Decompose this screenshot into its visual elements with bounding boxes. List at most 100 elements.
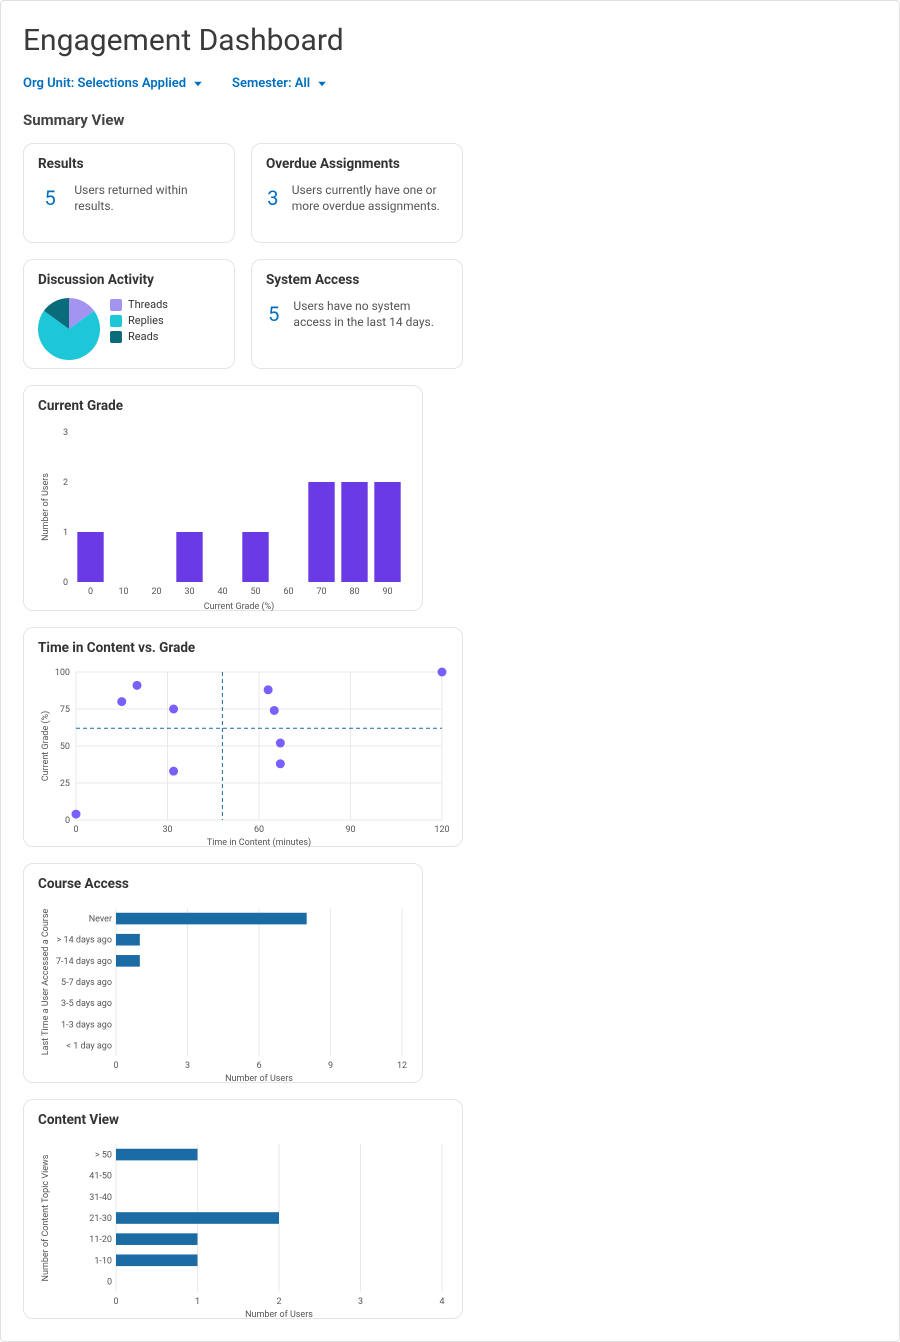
svg-text:3-5 days ago: 3-5 days ago	[61, 999, 112, 1009]
svg-text:Current Grade (%): Current Grade (%)	[40, 711, 51, 782]
svg-text:90: 90	[345, 825, 355, 835]
svg-text:12: 12	[397, 1061, 407, 1071]
card-cv-title: Content View	[38, 1112, 448, 1128]
ca-chart: 036912Never> 14 days ago7-14 days ago5-7…	[38, 902, 408, 1074]
legend-threads-label: Threads	[128, 298, 168, 311]
card-overdue-text: Users currently have one or more overdue…	[292, 182, 448, 214]
discussion-body: Threads Replies Reads	[38, 298, 220, 360]
svg-text:120: 120	[434, 825, 449, 835]
card-discussion[interactable]: Discussion Activity Threads	[23, 259, 235, 369]
card-ca-title: Course Access	[38, 876, 408, 892]
card-results-value: 5	[38, 186, 62, 210]
svg-text:3: 3	[358, 1297, 363, 1307]
card-system-access-text: Users have no system access in the last …	[293, 298, 448, 330]
current-grade-chart: 01230102030405060708090Current Grade (%)…	[38, 424, 408, 602]
svg-text:Number of Users: Number of Users	[245, 1310, 313, 1320]
svg-text:0: 0	[107, 1277, 112, 1287]
svg-text:25: 25	[60, 779, 70, 789]
legend-replies: Replies	[110, 314, 168, 327]
card-overdue-stat: 3 Users currently have one or more overd…	[266, 182, 448, 214]
card-system-access-stat: 5 Users have no system access in the las…	[266, 298, 448, 330]
filter-org-unit[interactable]: Org Unit: Selections Applied	[23, 76, 204, 91]
svg-text:Last Time a User Accessed a Co: Last Time a User Accessed a Course	[41, 909, 51, 1056]
svg-text:41-50: 41-50	[89, 1172, 112, 1182]
row1-left-top: Results 5 Users returned within results.…	[23, 143, 463, 243]
svg-text:50: 50	[60, 742, 70, 752]
page-title: Engagement Dashboard	[23, 23, 877, 58]
card-system-access-title: System Access	[266, 272, 448, 288]
discussion-pie	[38, 298, 100, 360]
filter-org-unit-label: Org Unit: Selections Applied	[23, 76, 186, 91]
svg-text:60: 60	[254, 825, 264, 835]
svg-text:3: 3	[185, 1061, 190, 1071]
svg-text:0: 0	[113, 1061, 118, 1071]
card-current-grade[interactable]: Current Grade 01230102030405060708090Cur…	[23, 385, 423, 611]
svg-text:0: 0	[88, 587, 93, 597]
card-system-access-value: 5	[266, 302, 281, 326]
legend-threads: Threads	[110, 298, 168, 311]
svg-text:9: 9	[328, 1061, 333, 1071]
svg-text:30: 30	[162, 825, 172, 835]
svg-text:2: 2	[63, 478, 68, 488]
card-overdue-value: 3	[266, 186, 280, 210]
svg-text:Time in Content (minutes): Time in Content (minutes)	[207, 837, 311, 848]
svg-text:30: 30	[184, 587, 194, 597]
svg-text:4: 4	[439, 1297, 444, 1307]
svg-text:Never: Never	[89, 915, 112, 925]
swatch-replies	[110, 315, 122, 327]
card-system-access[interactable]: System Access 5 Users have no system acc…	[251, 259, 463, 369]
card-overdue[interactable]: Overdue Assignments 3 Users currently ha…	[251, 143, 463, 243]
svg-text:Number of Users: Number of Users	[225, 1074, 293, 1084]
svg-text:40: 40	[217, 587, 227, 597]
cards-row1: Results 5 Users returned within results.…	[23, 143, 877, 611]
svg-text:31-40: 31-40	[89, 1193, 112, 1203]
svg-text:1-10: 1-10	[94, 1256, 112, 1266]
card-results-text: Users returned within results.	[74, 182, 220, 214]
svg-text:3: 3	[63, 428, 68, 438]
svg-text:Number of Users: Number of Users	[41, 473, 51, 541]
svg-text:> 50: > 50	[95, 1151, 112, 1161]
section-title: Summary View	[23, 111, 877, 129]
svg-text:< 1 day ago: < 1 day ago	[66, 1041, 112, 1051]
chevron-down-icon	[316, 78, 328, 90]
card-time-vs-grade[interactable]: Time in Content vs. Grade 03060901200255…	[23, 627, 463, 847]
cards-row3: Content View 01234> 5041-5031-4021-3011-…	[23, 1099, 877, 1319]
card-overdue-title: Overdue Assignments	[266, 156, 448, 172]
row1-left-bottom: Discussion Activity Threads	[23, 259, 463, 369]
svg-text:Number of Content Topic Views: Number of Content Topic Views	[41, 1154, 51, 1281]
dashboard-page: Engagement Dashboard Org Unit: Selection…	[0, 0, 900, 1342]
svg-text:Current Grade (%): Current Grade (%)	[204, 601, 275, 612]
svg-text:7-14 days ago: 7-14 days ago	[56, 957, 112, 967]
svg-text:60: 60	[283, 587, 293, 597]
svg-text:50: 50	[250, 587, 260, 597]
svg-text:5-7 days ago: 5-7 days ago	[61, 978, 112, 988]
svg-text:90: 90	[382, 587, 392, 597]
filters-bar: Org Unit: Selections Applied Semester: A…	[23, 72, 877, 91]
swatch-threads	[110, 299, 122, 311]
svg-text:70: 70	[316, 587, 326, 597]
svg-text:10: 10	[118, 587, 128, 597]
svg-text:0: 0	[73, 825, 78, 835]
chevron-down-icon	[192, 78, 204, 90]
card-results[interactable]: Results 5 Users returned within results.	[23, 143, 235, 243]
card-tvg-title: Time in Content vs. Grade	[38, 640, 448, 656]
svg-text:0: 0	[63, 578, 68, 588]
card-course-access[interactable]: Course Access 036912Never> 14 days ago7-…	[23, 863, 423, 1083]
discussion-legend: Threads Replies Reads	[110, 298, 168, 346]
filter-semester[interactable]: Semester: All	[232, 76, 328, 91]
svg-text:1: 1	[63, 528, 68, 538]
svg-text:1: 1	[195, 1297, 200, 1307]
svg-text:75: 75	[60, 705, 70, 715]
tvg-chart: 03060901200255075100Time in Content (min…	[38, 666, 448, 838]
legend-reads: Reads	[110, 330, 168, 343]
svg-text:6: 6	[256, 1061, 261, 1071]
card-results-title: Results	[38, 156, 220, 172]
cv-chart: 01234> 5041-5031-4021-3011-201-100Number…	[38, 1138, 448, 1310]
svg-text:11-20: 11-20	[89, 1235, 112, 1245]
card-content-view[interactable]: Content View 01234> 5041-5031-4021-3011-…	[23, 1099, 463, 1319]
legend-reads-label: Reads	[128, 330, 158, 343]
svg-text:1-3 days ago: 1-3 days ago	[61, 1020, 112, 1030]
row1-left-col: Results 5 Users returned within results.…	[23, 143, 463, 369]
svg-text:20: 20	[151, 587, 161, 597]
svg-text:0: 0	[113, 1297, 118, 1307]
